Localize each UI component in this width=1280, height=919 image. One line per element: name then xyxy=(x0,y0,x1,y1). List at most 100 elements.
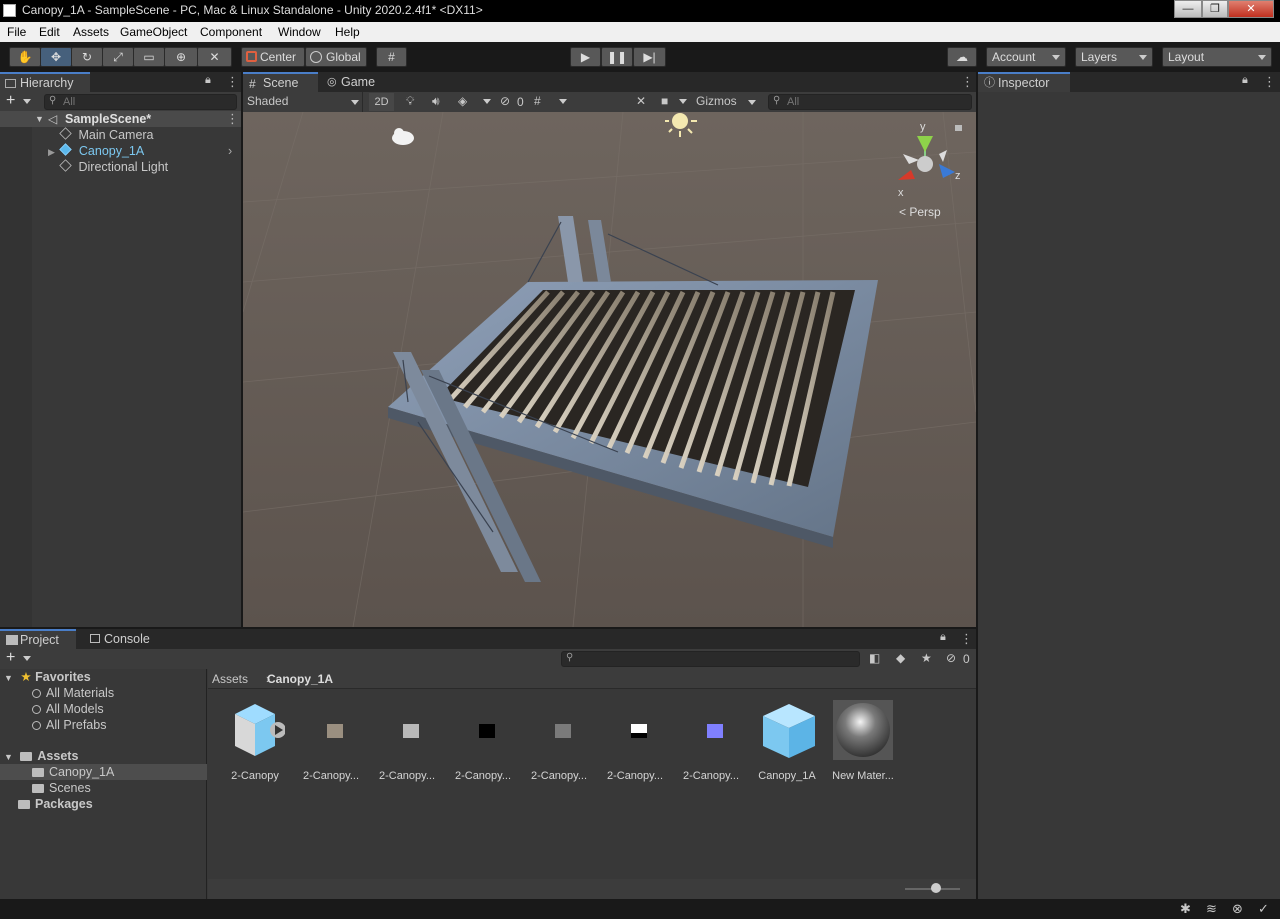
restore-button[interactable]: ❐ xyxy=(1202,0,1228,18)
folder-canopy[interactable]: Canopy_1A xyxy=(0,764,207,780)
asset-texture-1[interactable]: 2-Canopy... xyxy=(296,700,366,782)
more-options-icon[interactable]: ⋮ xyxy=(960,631,973,647)
add-icon[interactable]: + xyxy=(6,649,15,667)
layers-icon[interactable]: ≋ xyxy=(1206,901,1217,917)
tab-console[interactable]: Console xyxy=(84,629,164,649)
cloud-button[interactable]: ☁ xyxy=(947,47,977,67)
layers-dropdown[interactable]: Layers xyxy=(1075,47,1153,67)
tab-project[interactable]: Project xyxy=(0,629,76,649)
hidden-packages-icon[interactable]: ⊘ xyxy=(946,651,956,665)
gizmo-lock-icon[interactable] xyxy=(955,125,962,131)
lock-icon[interactable]: 🔒︎ xyxy=(1242,74,1248,87)
close-button[interactable]: ✕ xyxy=(1228,0,1274,18)
asset-model-2-canopy[interactable]: 2-Canopy xyxy=(220,700,290,782)
chevron-down-icon[interactable] xyxy=(23,99,31,104)
more-options-icon[interactable]: ⋮ xyxy=(226,74,239,90)
hierarchy-item-directional-light[interactable]: Directional Light xyxy=(59,159,240,175)
folder-scenes[interactable]: Scenes xyxy=(32,780,91,796)
triangle-right-icon[interactable]: ▶ xyxy=(48,147,55,157)
grid-snap-button[interactable]: # xyxy=(376,47,407,67)
minimize-button[interactable]: — xyxy=(1174,0,1202,18)
chevron-down-icon[interactable] xyxy=(23,656,31,661)
effects-icon[interactable]: ◈ xyxy=(458,94,467,108)
triangle-down-icon[interactable]: ▼ xyxy=(4,673,13,683)
layout-dropdown[interactable]: Layout xyxy=(1162,47,1272,67)
breadcrumb-assets[interactable]: Assets xyxy=(212,672,248,686)
play-button[interactable]: ▶ xyxy=(570,47,601,67)
menu-edit[interactable]: Edit xyxy=(39,25,60,39)
transform-tool-button[interactable]: ⊕ xyxy=(164,47,198,67)
lock-icon[interactable]: 🔒︎ xyxy=(205,74,211,87)
chevron-down-icon[interactable] xyxy=(483,99,491,104)
menu-help[interactable]: Help xyxy=(335,25,360,39)
more-options-icon[interactable]: ⋮ xyxy=(961,74,974,90)
asset-texture-6[interactable]: 2-Canopy... xyxy=(676,700,746,782)
chevron-right-icon[interactable]: › xyxy=(228,143,232,159)
tab-inspector[interactable]: ⓘ Inspector xyxy=(978,72,1070,92)
menu-file[interactable]: File xyxy=(7,25,26,39)
menu-window[interactable]: Window xyxy=(278,25,321,39)
favorite-all-models[interactable]: All Models xyxy=(32,701,104,717)
triangle-down-icon[interactable]: ▼ xyxy=(4,752,13,762)
tab-game[interactable]: ◎ Game xyxy=(321,72,391,92)
favorites-node[interactable]: ▼ ★ Favorites xyxy=(4,669,91,685)
star-icon[interactable]: ★ xyxy=(921,651,932,665)
hierarchy-search-input[interactable] xyxy=(44,94,237,110)
add-icon[interactable]: + xyxy=(6,92,15,110)
rotate-tool-button[interactable]: ↻ xyxy=(71,47,103,67)
hierarchy-item-canopy[interactable]: ▶ Canopy_1A › xyxy=(48,143,240,159)
chevron-down-icon[interactable] xyxy=(559,99,567,104)
scale-tool-button[interactable]: ⤢ xyxy=(102,47,134,67)
move-tool-button[interactable]: ✥ xyxy=(40,47,72,67)
breadcrumb-canopy[interactable]: Canopy_1A xyxy=(267,672,333,686)
lock-icon[interactable]: 🔒︎ xyxy=(940,631,946,644)
pivot-global-button[interactable]: Global xyxy=(305,47,367,67)
tools-icon[interactable]: ✕ xyxy=(636,94,646,108)
audio-icon[interactable]: 🔊︎ xyxy=(432,94,440,109)
assets-node[interactable]: ▼ Assets xyxy=(4,748,78,764)
custom-tool-button[interactable]: ✕ xyxy=(197,47,232,67)
asset-texture-5[interactable]: 2-Canopy... xyxy=(600,700,670,782)
search-by-type-icon[interactable]: ◧ xyxy=(869,651,880,665)
favorite-all-prefabs[interactable]: All Prefabs xyxy=(32,717,106,733)
label-icon[interactable]: ◆ xyxy=(896,651,905,665)
menu-assets[interactable]: Assets xyxy=(73,25,109,39)
rect-tool-button[interactable]: ▭ xyxy=(133,47,165,67)
check-circle-icon[interactable]: ✓ xyxy=(1258,901,1269,917)
hidden-objects-icon[interactable]: ⊘ xyxy=(500,94,510,108)
packages-node[interactable]: Packages xyxy=(18,796,93,812)
scene-row[interactable]: ▼ ◁ SampleScene* ⋮ xyxy=(0,111,241,127)
favorite-all-materials[interactable]: All Materials xyxy=(32,685,114,701)
gizmos-dropdown[interactable]: Gizmos xyxy=(692,92,760,112)
tab-scene[interactable]: # Scene xyxy=(243,72,318,92)
asset-texture-4[interactable]: 2-Canopy... xyxy=(524,700,594,782)
tab-hierarchy[interactable]: Hierarchy xyxy=(0,72,90,92)
hand-tool-button[interactable]: ✋ xyxy=(9,47,41,67)
asset-material-new[interactable]: New Mater... xyxy=(828,700,898,782)
menu-gameobject[interactable]: GameObject xyxy=(120,25,187,39)
camera-icon[interactable]: ■ xyxy=(661,94,668,108)
pause-button[interactable]: ❚❚ xyxy=(601,47,633,67)
chevron-down-icon[interactable] xyxy=(679,99,687,104)
more-options-icon[interactable]: ⋮ xyxy=(1263,74,1276,90)
auto-generate-lighting-icon[interactable]: ⊗ xyxy=(1232,901,1243,917)
2d-toggle[interactable]: 2D xyxy=(369,93,394,111)
grid-toggle-icon[interactable]: # xyxy=(534,94,541,108)
scene-viewport[interactable]: y x z xyxy=(243,112,976,627)
scene-search-input[interactable] xyxy=(768,94,972,110)
project-search-input[interactable] xyxy=(561,651,860,667)
zoom-slider-handle[interactable] xyxy=(931,883,941,893)
more-options-icon[interactable]: ⋮ xyxy=(226,111,239,127)
step-button[interactable]: ▶| xyxy=(633,47,666,67)
triangle-down-icon[interactable]: ▼ xyxy=(35,111,44,127)
asset-texture-3[interactable]: 2-Canopy... xyxy=(448,700,518,782)
account-dropdown[interactable]: Account xyxy=(986,47,1066,67)
projection-toggle[interactable]: < Persp xyxy=(899,205,941,219)
hierarchy-item-main-camera[interactable]: Main Camera xyxy=(59,127,240,143)
asset-prefab-canopy[interactable]: Canopy_1A xyxy=(752,700,822,782)
bug-icon[interactable]: ✱ xyxy=(1180,901,1191,917)
menu-component[interactable]: Component xyxy=(200,25,262,39)
lightbulb-icon[interactable]: 💡︎ xyxy=(406,94,414,109)
asset-texture-2[interactable]: 2-Canopy... xyxy=(372,700,442,782)
draw-mode-dropdown[interactable]: Shaded xyxy=(243,92,363,112)
